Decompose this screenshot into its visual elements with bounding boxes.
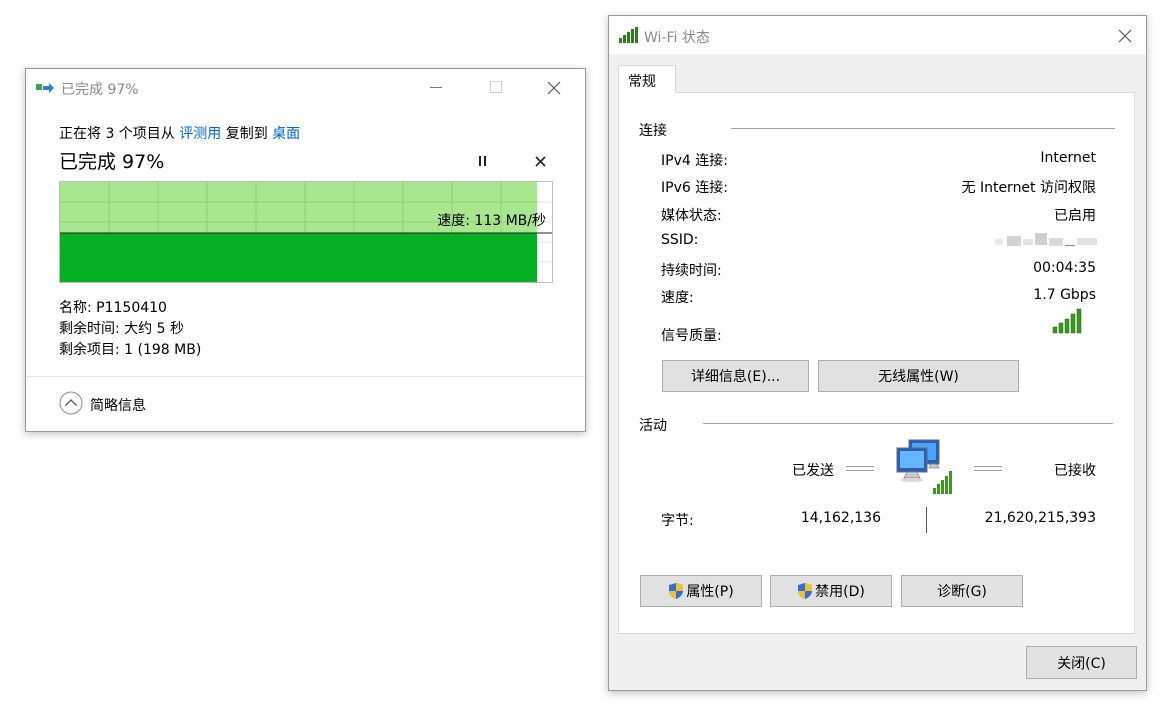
activity-section-line [703, 423, 1113, 424]
divider [26, 376, 585, 377]
wifi-window-title: Wi-Fi 状态 [644, 30, 710, 46]
desc-prefix: 正在将 3 个项目从 [59, 126, 180, 142]
progress-grid [60, 182, 552, 263]
sent-line [846, 466, 874, 471]
wifi-close-x-button[interactable] [1111, 22, 1139, 50]
ssid-value-blurred [995, 233, 1099, 249]
sent-label: 已发送 [792, 463, 834, 479]
wifi-signal-icon [619, 27, 638, 43]
details-button[interactable]: 详细信息(E)... [662, 360, 809, 392]
copy-title-bar[interactable]: 已完成 97% [26, 69, 585, 107]
bytes-received-value: 21,620,215,393 [984, 510, 1096, 526]
connection-section-header: 连接 [639, 123, 667, 139]
chevron-up-icon [59, 391, 83, 415]
wifi-title-bar[interactable]: Wi-Fi 状态 [609, 16, 1146, 54]
received-label: 已接收 [1054, 463, 1096, 479]
cancel-icon [535, 156, 546, 167]
close-button[interactable] [540, 75, 568, 103]
duration-value: 00:04:35 [1033, 260, 1096, 276]
speed-label: 速度: [661, 290, 694, 306]
minimize-icon [430, 87, 442, 88]
signal-strength-icon [1052, 308, 1082, 334]
bytes-label: 字节: [661, 513, 694, 529]
file-name: 名称: P1150410 [59, 300, 167, 316]
time-remaining: 剩余时间: 大约 5 秒 [59, 321, 184, 337]
less-details-label: 简略信息 [90, 398, 146, 414]
network-computers-icon [896, 439, 952, 494]
tab-general[interactable]: 常规 [618, 65, 676, 93]
connection-section-line [731, 128, 1115, 129]
ipv4-label: IPv4 连接: [661, 153, 728, 169]
pause-button[interactable] [472, 151, 494, 171]
disable-button-label: 禁用(D) [815, 584, 865, 600]
less-details-toggle[interactable]: 简略信息 [59, 391, 189, 417]
general-panel: 连接 IPv4 连接: Internet IPv6 连接: 无 Internet… [618, 92, 1135, 634]
copy-app-icon [36, 83, 54, 93]
copy-window-title: 已完成 97% [61, 82, 139, 98]
ssid-label: SSID: [661, 232, 699, 248]
ipv6-label: IPv6 连接: [661, 180, 728, 196]
shield-icon [798, 583, 813, 599]
wifi-status-dialog: Wi-Fi 状态 常规 连接 IPv4 连接: Internet IPv6 连接… [608, 15, 1147, 691]
duration-label: 持续时间: [661, 263, 722, 279]
ipv4-value: Internet [1040, 150, 1096, 166]
properties-button-label: 属性(P) [686, 584, 734, 600]
signal-quality-label: 信号质量: [661, 328, 722, 344]
items-remaining: 剩余项目: 1 (198 MB) [59, 342, 202, 358]
wireless-properties-button[interactable]: 无线属性(W) [818, 360, 1019, 392]
tab-general-label: 常规 [628, 74, 656, 90]
bytes-divider [926, 507, 927, 533]
progress-heading: 已完成 97% [59, 151, 165, 173]
source-folder-link[interactable]: 评测用 [179, 126, 221, 142]
properties-button[interactable]: 属性(P) [640, 575, 762, 607]
speed-value: 1.7 Gbps [1033, 287, 1096, 303]
desc-middle: 复制到 [221, 126, 273, 142]
copy-description: 正在将 3 个项目从 评测用 复制到 桌面 [59, 123, 300, 143]
media-state-value: 已启用 [1054, 208, 1096, 224]
close-button[interactable]: 关闭(C) [1026, 646, 1137, 679]
copy-dialog: 已完成 97% 正在将 3 个项目从 评测用 复制到 桌面 已完成 97% 速度… [25, 68, 586, 432]
received-line [974, 466, 1002, 471]
maximize-button[interactable] [482, 69, 512, 107]
ipv6-value: 无 Internet 访问权限 [961, 180, 1097, 196]
close-icon [1118, 29, 1132, 43]
progress-graph: 速度: 113 MB/秒 [59, 181, 553, 283]
cancel-copy-button[interactable] [530, 151, 552, 171]
close-icon [547, 81, 561, 95]
speed-label: 速度: 113 MB/秒 [437, 213, 546, 229]
media-state-label: 媒体状态: [661, 208, 722, 224]
pause-icon [479, 156, 487, 166]
activity-section-header: 活动 [639, 418, 667, 434]
disable-button[interactable]: 禁用(D) [770, 575, 892, 607]
maximize-icon [490, 81, 502, 93]
shield-icon [669, 583, 684, 599]
destination-folder-link[interactable]: 桌面 [272, 126, 300, 142]
minimize-button[interactable] [422, 69, 452, 107]
bytes-sent-value: 14,162,136 [800, 510, 881, 526]
diagnose-button[interactable]: 诊断(G) [901, 575, 1023, 607]
